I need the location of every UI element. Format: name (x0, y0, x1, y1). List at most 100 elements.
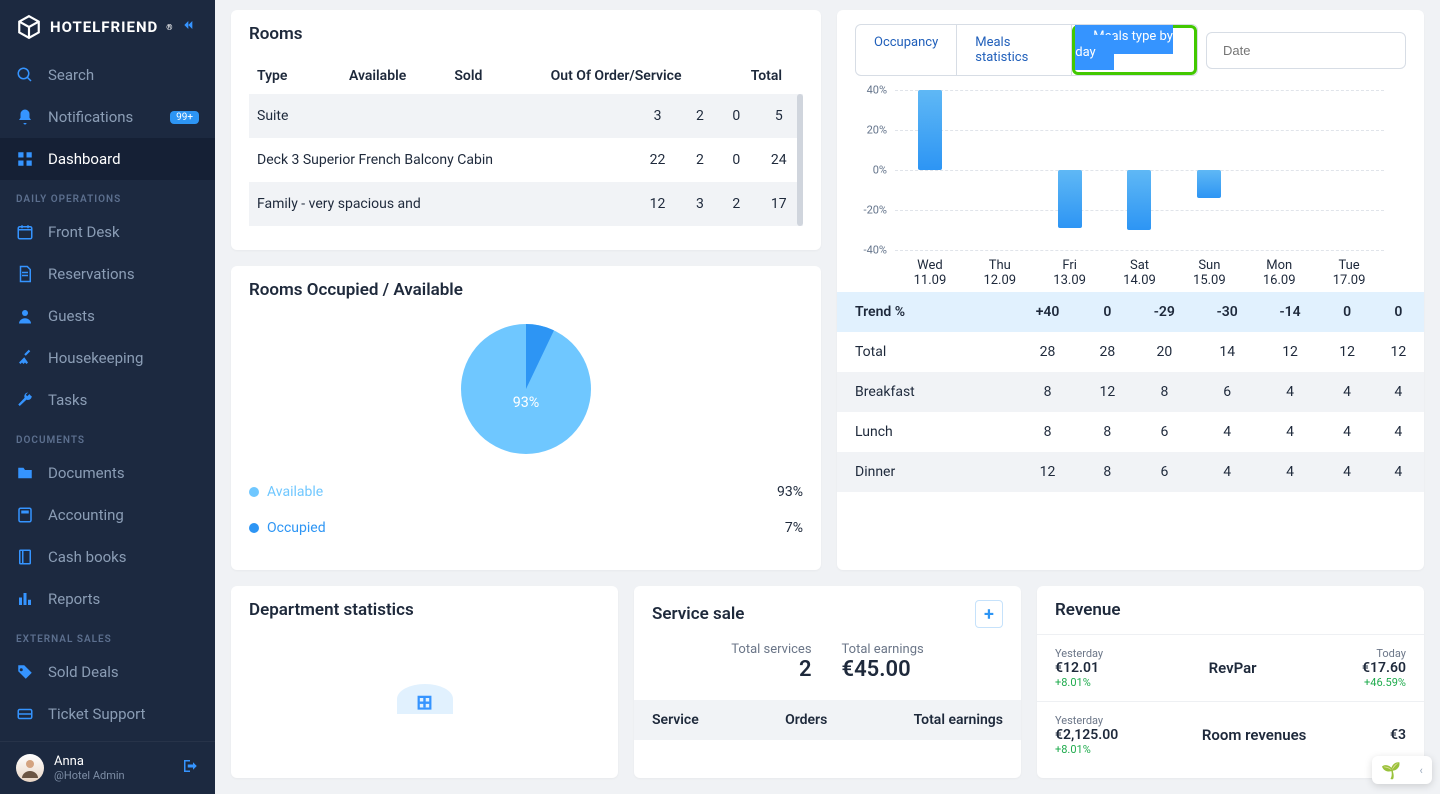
chart-bar (1058, 170, 1082, 228)
legend-dot-icon (249, 523, 259, 533)
sidebar-item-dashboard[interactable]: Dashboard (0, 138, 215, 180)
meals-row: Trend %+400-29-30-1400 (837, 292, 1424, 332)
nav-label: Front Desk (48, 223, 120, 241)
main-content: Rooms TypeAvailableSoldOut Of Order/Serv… (215, 0, 1440, 794)
nav-section-header: EXTERNAL SALES (0, 620, 215, 651)
x-tick-label: Sun15.09 (1174, 258, 1244, 288)
room-type: Family - very spacious and (249, 182, 633, 226)
table-row[interactable]: Family - very spacious and123217 (249, 182, 803, 226)
sidebar-item-housekeeping[interactable]: Housekeeping (0, 337, 215, 379)
meals-row-label: Breakfast (837, 372, 1013, 412)
sidebar-item-cash-books[interactable]: Cash books (0, 536, 215, 578)
total-services-value: 2 (731, 657, 811, 682)
ticket-icon (16, 705, 34, 723)
sidebar-item-reports[interactable]: Reports (0, 578, 215, 620)
table-row[interactable]: Suite3205 (249, 94, 803, 138)
nav-label: Tasks (48, 391, 87, 409)
sidebar-item-ticket-support[interactable]: Ticket Support (0, 693, 215, 735)
service-col-header: Service (652, 712, 699, 728)
total-earnings-value: €45.00 (842, 657, 924, 682)
chart-placeholder-icon: ⊞ (416, 690, 433, 714)
date-input[interactable] (1206, 32, 1406, 69)
chevron-left-icon: ‹ (1419, 764, 1422, 777)
x-tick-label: Thu12.09 (965, 258, 1035, 288)
user-bar[interactable]: Anna @Hotel Admin (0, 741, 215, 794)
book-icon (16, 548, 34, 566)
nav-label: Sold Deals (48, 663, 119, 681)
logout-icon[interactable] (181, 757, 199, 779)
chart-bar (918, 90, 942, 170)
legend-row: Available93% (249, 474, 803, 510)
legend-row: Occupied7% (249, 510, 803, 546)
sidebar-item-guests[interactable]: Guests (0, 295, 215, 337)
rooms-col-header: Sold (434, 58, 502, 94)
x-tick-label: Wed11.09 (895, 258, 965, 288)
chart-tabs: OccupancyMeals statisticsMeals type by d… (855, 24, 1198, 76)
nav-label: Housekeeping (48, 349, 143, 367)
meals-row: Lunch8864444 (837, 412, 1424, 452)
table-row[interactable]: Deck 3 Superior French Balcony Cabin2220… (249, 138, 803, 182)
legend-label: Available (267, 484, 323, 500)
user-name: Anna (54, 754, 125, 769)
total-services-label: Total services (731, 642, 811, 657)
search-icon (16, 66, 34, 84)
sidebar-item-search[interactable]: Search (0, 54, 215, 96)
nav-label: Ticket Support (48, 705, 145, 723)
occupancy-pie: 93% (249, 314, 803, 474)
sidebar-item-tasks[interactable]: Tasks (0, 379, 215, 421)
meals-row: Total28282014121212 (837, 332, 1424, 372)
calendar-icon (16, 223, 34, 241)
chart-bar (1127, 170, 1151, 230)
x-tick-label: Fri13.09 (1035, 258, 1105, 288)
nav-label: Reports (48, 590, 100, 608)
sidebar-item-accounting[interactable]: Accounting (0, 494, 215, 536)
nav-section-header: DOCUMENTS (0, 421, 215, 452)
tab-meals-type-by-day[interactable]: Meals type by day (1075, 24, 1173, 70)
room-type: Deck 3 Superior French Balcony Cabin (249, 138, 633, 182)
chart-icon (16, 590, 34, 608)
chart-bar (1197, 170, 1221, 198)
legend-dot-icon (249, 487, 259, 497)
room-type: Suite (249, 94, 633, 138)
nav-label: Accounting (48, 506, 124, 524)
meals-row: Dinner12864444 (837, 452, 1424, 492)
meals-row-label: Dinner (837, 452, 1013, 492)
folder-icon (16, 464, 34, 482)
float-widget[interactable]: 🌱 ‹ (1372, 756, 1432, 784)
brand-logo[interactable]: HOTELFRIEND® (16, 14, 174, 40)
svg-text:93%: 93% (513, 395, 540, 411)
x-tick-label: Tue17.09 (1314, 258, 1384, 288)
sidebar-item-front-desk[interactable]: Front Desk (0, 211, 215, 253)
sidebar-item-notifications[interactable]: Notifications99+ (0, 96, 215, 138)
nav-label: Search (48, 66, 94, 84)
nav-section-header: DAILY OPERATIONS (0, 180, 215, 211)
tab-meals-statistics[interactable]: Meals statistics (957, 25, 1072, 75)
sidebar-collapse-icon[interactable] (179, 17, 199, 37)
meals-row: Breakfast81286444 (837, 372, 1424, 412)
sidebar-item-sold-deals[interactable]: Sold Deals (0, 651, 215, 693)
broom-icon (16, 349, 34, 367)
legend-value: 7% (785, 520, 803, 536)
x-tick-label: Mon16.09 (1244, 258, 1314, 288)
add-service-button[interactable]: + (975, 600, 1003, 628)
sidebar-item-reservations[interactable]: Reservations (0, 253, 215, 295)
sidebar-item-documents[interactable]: Documents (0, 452, 215, 494)
wrench-icon (16, 391, 34, 409)
revenue-title: Revenue (1037, 586, 1424, 634)
nav-label: Documents (48, 464, 125, 482)
tab-occupancy[interactable]: Occupancy (856, 25, 957, 75)
avatar (16, 754, 44, 782)
service-col-header: Total earnings (914, 712, 1003, 728)
y-tick-label: 40% (867, 84, 887, 97)
sidebar: HOTELFRIEND® Search Notifications99+Dashb… (0, 0, 215, 794)
meals-row-label: Lunch (837, 412, 1013, 452)
accounting-icon (16, 506, 34, 524)
meals-card: OccupancyMeals statisticsMeals type by d… (837, 10, 1424, 570)
rooms-title: Rooms (231, 10, 821, 58)
rooms-col-header: Available (321, 58, 434, 94)
y-tick-label: 20% (867, 124, 887, 137)
nav-label: Guests (48, 307, 95, 325)
logo-cube-icon (16, 14, 42, 40)
nav-label: Reservations (48, 265, 135, 283)
grid-icon (16, 150, 34, 168)
